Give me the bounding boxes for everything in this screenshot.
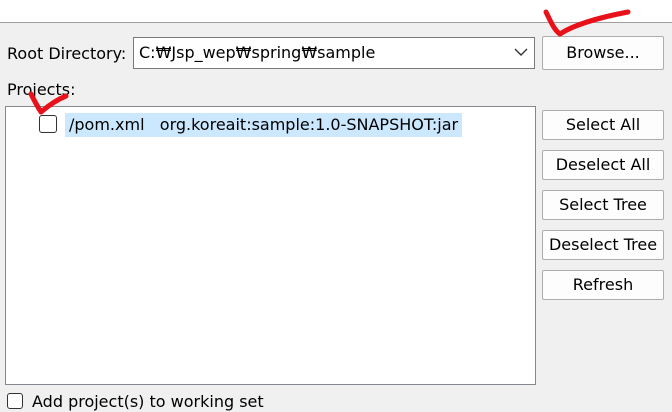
refresh-button[interactable]: Refresh	[542, 270, 664, 300]
deselect-all-button[interactable]: Deselect All	[542, 150, 664, 180]
deselect-tree-button[interactable]: Deselect Tree	[542, 230, 664, 260]
root-directory-combo[interactable]: C:₩Jsp_wep₩spring₩sample	[133, 37, 535, 69]
project-row[interactable]: /pom.xml org.koreait:sample:1.0-SNAPSHOT…	[6, 107, 535, 141]
root-directory-label: Root Directory:	[7, 44, 127, 63]
project-row-label[interactable]: /pom.xml org.koreait:sample:1.0-SNAPSHOT…	[65, 113, 463, 137]
project-checkbox[interactable]	[39, 115, 57, 133]
chevron-down-icon[interactable]	[514, 47, 528, 57]
working-set-checkbox[interactable]	[7, 393, 23, 409]
top-separator	[0, 0, 672, 23]
project-artifact: org.koreait:sample:1.0-SNAPSHOT:jar	[159, 115, 459, 134]
select-all-button[interactable]: Select All	[542, 110, 664, 140]
projects-label: Projects:	[7, 80, 76, 99]
select-tree-button[interactable]: Select Tree	[542, 190, 664, 220]
working-set-label: Add project(s) to working set	[32, 392, 264, 411]
project-path: /pom.xml	[69, 115, 145, 134]
projects-tree[interactable]: /pom.xml org.koreait:sample:1.0-SNAPSHOT…	[5, 106, 536, 385]
browse-button[interactable]: Browse...	[542, 36, 664, 70]
root-directory-value: C:₩Jsp_wep₩spring₩sample	[139, 43, 376, 62]
